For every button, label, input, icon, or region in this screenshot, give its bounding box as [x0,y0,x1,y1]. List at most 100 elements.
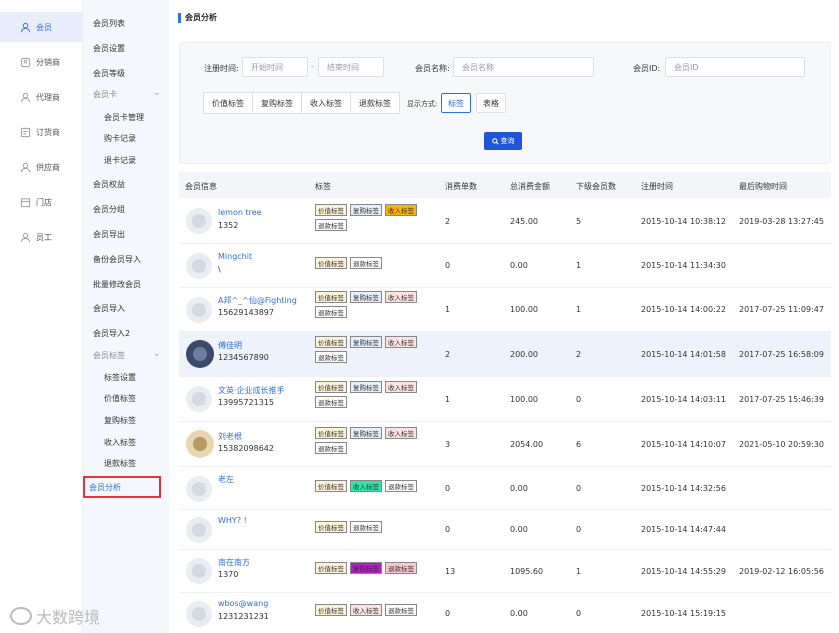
member-name-link[interactable]: 南在南方 [218,557,250,568]
subnav-item-refund-tag[interactable]: 退款标签 [104,458,136,469]
member-name-link[interactable]: 老左 [218,474,234,485]
start-time-input[interactable]: 开始时间 [242,57,308,77]
subnav-item-repurchase-tag[interactable]: 复购标签 [104,415,136,426]
member-name-link[interactable]: A邦^_^仙@Fighting [218,295,297,306]
subnav-item-card-manage[interactable]: 会员卡管理 [104,112,144,123]
orderer-icon [20,127,31,137]
subnav-item-batch-edit[interactable]: 批量修改会员 [93,279,141,290]
subnav-item-backup-import[interactable]: 备份会员导入 [93,254,141,265]
subnav-item-rights[interactable]: 会员权益 [93,179,125,190]
table-row[interactable]: 老左 价值标签 收入标签 退款标签 0 0.00 0 2015-10-14 14… [179,467,831,510]
chevron-down-icon[interactable]: ⌄ [153,88,161,98]
member-name-link[interactable]: wbos@wang [218,599,268,608]
amount-cell: 0.00 [510,484,528,493]
subnav-item-import[interactable]: 会员导入 [93,303,125,314]
refund-tag: 退款标签 [385,604,417,616]
subnav-item-card-purchase[interactable]: 购卡记录 [104,133,136,144]
subs-cell: 1 [576,305,582,314]
rail-item-label: 订货商 [36,127,60,137]
refund-tag: 退款标签 [350,257,382,269]
subnav-item-import2[interactable]: 会员导入2 [93,328,130,339]
table-row[interactable]: 南在南方 1370 价值标签 复购标签 退款标签 13 1095.60 1 20… [179,550,831,593]
avatar [186,430,214,458]
avatar [186,517,212,543]
reg-time-cell: 2015-10-14 14:00:22 [641,305,726,314]
col-member-info: 会员信息 [185,182,217,191]
query-button[interactable]: 查询 [484,132,522,150]
member-name-link[interactable]: 刘老根 [218,431,242,442]
rail-item-label: 供应商 [36,162,60,172]
orders-cell: 2 [445,350,451,359]
subs-cell: 0 [576,484,582,493]
tag-list: 价值标签 复购标签 退款标签 [315,562,445,577]
refund-tag: 退款标签 [315,306,347,318]
table-row[interactable]: 文英·企业成长推手 13995721315 价值标签 复购标签 收入标签 退款标… [179,377,831,422]
query-label: 查询 [500,137,515,145]
display-table-button[interactable]: 表格 [476,93,506,113]
subnav-item-income-tag[interactable]: 收入标签 [104,437,136,448]
rail-item-distributor[interactable]: 分销商 [0,47,83,77]
avatar [186,253,212,279]
name-label: 会员名称: [415,64,450,73]
staff-icon [20,232,31,242]
subnav-item-member-level[interactable]: 会员等级 [93,68,125,79]
value-tag: 价值标签 [315,427,347,439]
subnav-item-member-list[interactable]: 会员列表 [93,18,125,29]
table-row[interactable]: wbos@wang 1231231231 价值标签 收入标签 退款标签 0 0.… [179,593,831,633]
subnav-item-group[interactable]: 会员分组 [93,204,125,215]
display-tag-button[interactable]: 标签 [441,93,471,113]
member-name-link[interactable]: 傅佳明 [218,340,242,351]
subnav-item-export[interactable]: 会员导出 [93,229,125,240]
id-label: 会员ID: [633,64,661,73]
orders-cell: 0 [445,484,451,493]
income-tag: 收入标签 [385,381,417,393]
chevron-down-icon[interactable]: ⌄ [153,349,161,359]
member-sub: 1234567890 [218,353,269,362]
orders-cell: 0 [445,261,451,270]
member-id-input[interactable]: 会员ID [665,57,805,77]
repurchase-tag: 复购标签 [350,204,382,216]
subnav-item-value-tag[interactable]: 价值标签 [104,393,136,404]
rail-item-member[interactable]: 会员 [0,12,83,42]
rail-item-supplier[interactable]: 供应商 [0,152,83,182]
orders-cell: 2 [445,217,451,226]
table-row[interactable]: WHY? ! 价值标签 退款标签 0 0.00 0 2015-10-14 14:… [179,510,831,550]
subnav-item-member-settings[interactable]: 会员设置 [93,43,125,54]
value-tag: 价值标签 [315,604,347,616]
table-row[interactable]: 刘老根 15382098642 价值标签 复购标签 收入标签 退款标签 3 20… [179,422,831,467]
col-tags: 标签 [315,182,331,191]
date-separator: - [311,62,314,71]
rail-item-staff[interactable]: 员工 [0,222,83,252]
member-name-link[interactable]: 文英·企业成长推手 [218,385,285,396]
member-name-input[interactable]: 会员名称 [453,57,594,77]
orders-cell: 0 [445,609,451,618]
avatar [186,208,212,234]
repurchase-tag-button[interactable]: 复购标签 [252,92,302,114]
page-title: 会员分析 [178,12,217,23]
subnav-item-card-refund[interactable]: 退卡记录 [104,155,136,166]
amount-cell: 100.00 [510,395,538,404]
subnav-group-member-tags[interactable]: 会员标签 [93,350,125,361]
value-tag-button[interactable]: 价值标签 [203,92,253,114]
rail-item-store[interactable]: 门店 [0,187,83,217]
table-row[interactable]: A邦^_^仙@Fighting 15629143897 价值标签 复购标签 收入… [179,288,831,332]
income-tag-button[interactable]: 收入标签 [301,92,351,114]
display-mode-label: 显示方式: [407,100,438,108]
value-tag: 价值标签 [315,381,347,393]
member-name-link[interactable]: Mingchit [218,252,252,261]
rail-item-label: 员工 [36,232,52,242]
refund-tag-button[interactable]: 退款标签 [350,92,400,114]
rail-item-agent[interactable]: 代理商 [0,82,83,112]
end-time-input[interactable]: 结束时间 [318,57,384,77]
member-name-link[interactable]: lemon tree [218,208,262,217]
rail-item-orderer[interactable]: 订货商 [0,117,83,147]
subnav-group-member-card[interactable]: 会员卡 [93,89,117,100]
subs-cell: 0 [576,609,582,618]
subnav-item-tag-settings[interactable]: 标签设置 [104,372,136,383]
table-row[interactable]: 傅佳明 1234567890 价值标签 复购标签 收入标签 退款标签 2 200… [179,332,831,377]
member-name-link[interactable]: WHY? ! [218,516,247,525]
table-row[interactable]: lemon tree 1352 价值标签 复购标签 收入标签 退款标签 2 24… [179,198,831,244]
subnav-item-member-analysis[interactable]: 会员分析 [89,482,121,493]
table-row[interactable]: Mingchit \ 价值标签 退款标签 0 0.00 1 2015-10-14… [179,244,831,288]
amount-cell: 245.00 [510,217,538,226]
